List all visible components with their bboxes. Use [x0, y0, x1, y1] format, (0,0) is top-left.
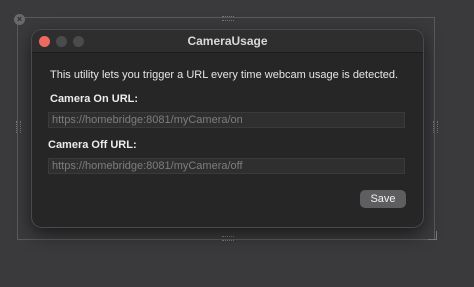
title-bar[interactable]: CameraUsage [32, 30, 423, 53]
window-title: CameraUsage [187, 34, 268, 48]
app-window: CameraUsage This utility lets you trigge… [32, 30, 423, 227]
camera-on-url-input[interactable] [48, 112, 405, 128]
resize-handle-right[interactable] [433, 121, 438, 133]
desktop-stage: × CameraUsage This utility lets you trig… [0, 0, 474, 287]
camera-on-label: Camera On URL: [50, 93, 139, 105]
description-text: This utility lets you trigger a URL ever… [50, 69, 399, 81]
camera-off-url-input[interactable] [48, 158, 405, 174]
resize-handle-bottom[interactable] [222, 236, 234, 241]
resize-handle-left[interactable] [16, 121, 21, 133]
resize-handle-top[interactable] [222, 16, 234, 21]
save-button[interactable]: Save [360, 190, 406, 208]
camera-off-label: Camera Off URL: [48, 139, 137, 151]
close-icon[interactable]: × [14, 14, 25, 25]
resize-handle-corner[interactable] [428, 231, 437, 240]
